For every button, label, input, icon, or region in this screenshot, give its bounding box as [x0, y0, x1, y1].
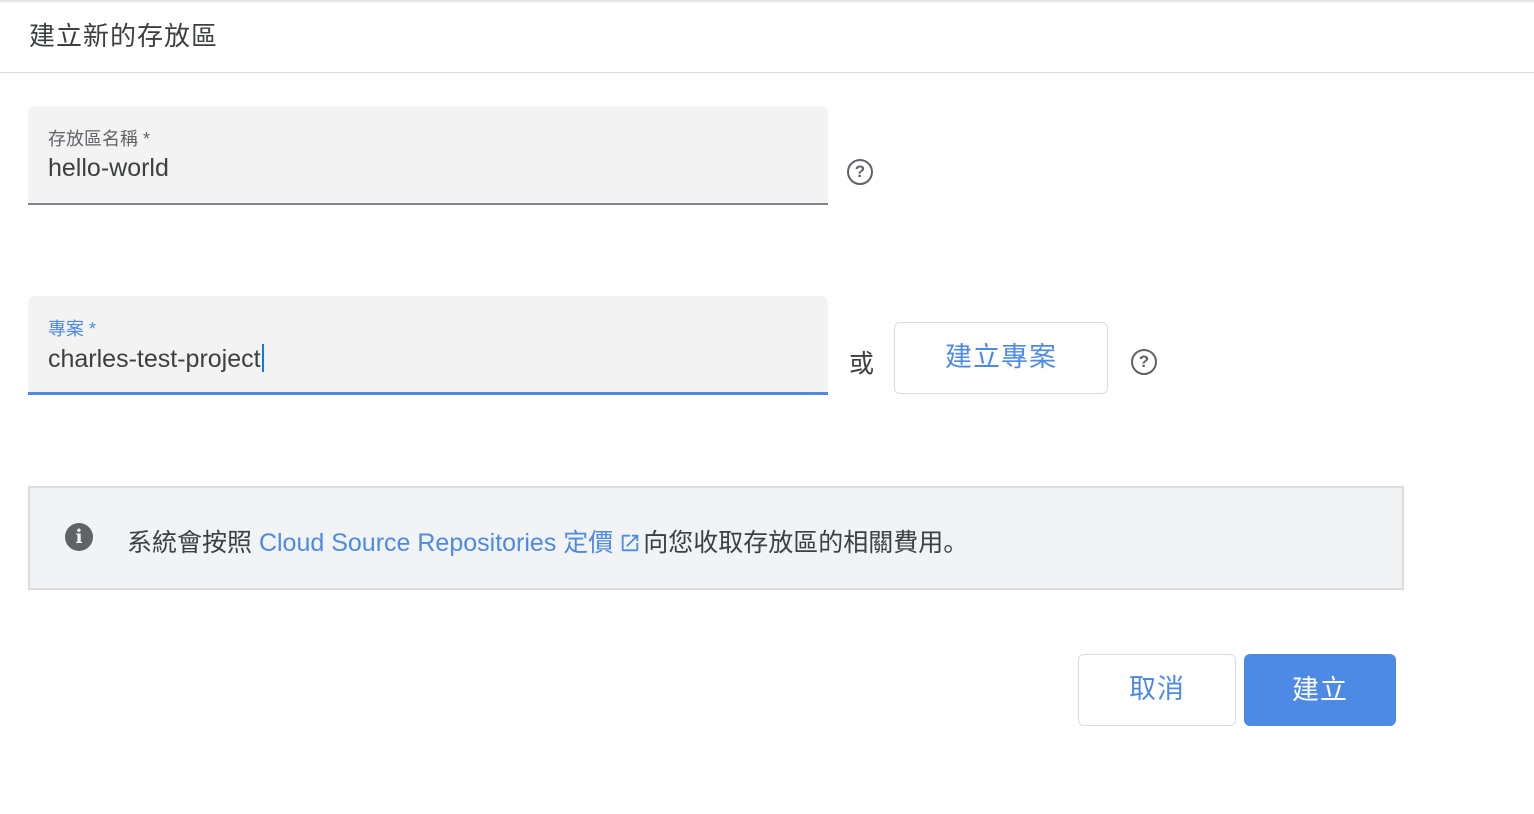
text-cursor [261, 344, 264, 372]
create-repository-dialog: 建立新的存放區 存放區名稱 * hello-world ? 專案 * charl… [0, 0, 1534, 814]
repository-name-input[interactable]: hello-world [48, 154, 169, 183]
project-label: 專案 * [48, 319, 97, 339]
cancel-button[interactable]: 取消 [1078, 654, 1236, 726]
create-project-button[interactable]: 建立專案 [894, 322, 1108, 394]
pricing-info-box: i 系統會按照 Cloud Source Repositories 定價 向您收… [28, 486, 1404, 590]
info-suffix: 向您收取存放區的相關費用。 [643, 529, 969, 557]
top-shadow [0, 0, 1534, 4]
project-field[interactable]: 專案 * charles-test-project [28, 296, 828, 395]
or-text: 或 [849, 350, 875, 378]
project-input[interactable]: charles-test-project [48, 345, 261, 373]
project-input-wrapper[interactable]: charles-test-project [48, 344, 264, 374]
pricing-info-text: 系統會按照 Cloud Source Repositories 定價 向您收取存… [127, 523, 968, 559]
create-button[interactable]: 建立 [1244, 654, 1396, 726]
dialog-title: 建立新的存放區 [29, 21, 219, 51]
project-help-icon[interactable]: ? [1131, 349, 1157, 375]
info-prefix: 系統會按照 [127, 529, 259, 557]
info-icon: i [65, 523, 93, 551]
pricing-link[interactable]: Cloud Source Repositories 定價 [259, 529, 643, 557]
repository-name-label: 存放區名稱 * [48, 129, 151, 149]
open-in-new-icon[interactable] [619, 532, 641, 554]
title-divider [0, 72, 1534, 73]
pricing-link-text[interactable]: Cloud Source Repositories 定價 [259, 529, 613, 557]
repository-name-help-icon[interactable]: ? [847, 159, 873, 185]
repository-name-field[interactable]: 存放區名稱 * hello-world [28, 106, 828, 205]
